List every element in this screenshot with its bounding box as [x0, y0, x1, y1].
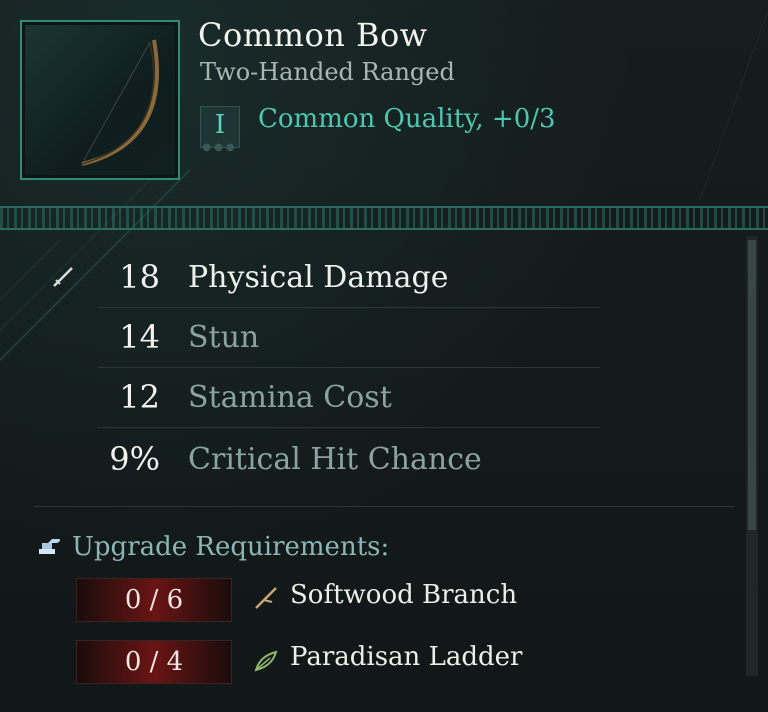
anvil-icon	[37, 539, 60, 554]
item-thumbnail	[20, 20, 180, 180]
item-tooltip-panel: Common Bow Two-Handed Ranged I ●●● Commo…	[0, 0, 768, 712]
stat-value: 14	[119, 318, 160, 356]
stat-row-stamina-cost: 12 Stamina Cost	[0, 368, 600, 428]
item-name: Common Bow	[198, 16, 428, 54]
quality-pips: ●●●	[202, 142, 238, 153]
stat-label: Critical Hit Chance	[188, 442, 482, 477]
upgrade-requirements-title: Upgrade Requirements:	[72, 532, 390, 562]
stat-row-physical-damage: 18 Physical Damage	[0, 248, 600, 308]
sword-icon	[53, 267, 73, 287]
stat-value: 12	[119, 378, 160, 416]
leaf-icon	[254, 650, 278, 672]
stat-row-critical-hit-chance: 9% Critical Hit Chance	[0, 430, 600, 490]
item-type: Two-Handed Ranged	[200, 58, 455, 86]
stat-label: Stamina Cost	[188, 380, 392, 415]
divider-line-bottom	[0, 228, 768, 230]
requirement-count: 0 / 4	[76, 640, 232, 684]
material-name: Paradisan Ladder	[290, 642, 523, 672]
divider-line-top	[0, 206, 768, 208]
bow-icon	[81, 39, 159, 166]
stat-value: 18	[119, 258, 160, 296]
stat-label: Physical Damage	[188, 260, 449, 295]
stat-row-stun: 14 Stun	[0, 308, 600, 368]
scrollbar-thumb[interactable]	[748, 240, 756, 530]
material-name: Softwood Branch	[290, 580, 518, 610]
stat-value: 9%	[109, 440, 160, 478]
branch-icon	[255, 587, 277, 609]
stat-divider	[98, 427, 600, 428]
requirement-count: 0 / 6	[76, 578, 232, 622]
quality-text: Common Quality, +0/3	[258, 104, 556, 134]
header-divider-band	[0, 206, 768, 230]
section-separator	[34, 506, 734, 507]
stat-label: Stun	[188, 320, 260, 355]
